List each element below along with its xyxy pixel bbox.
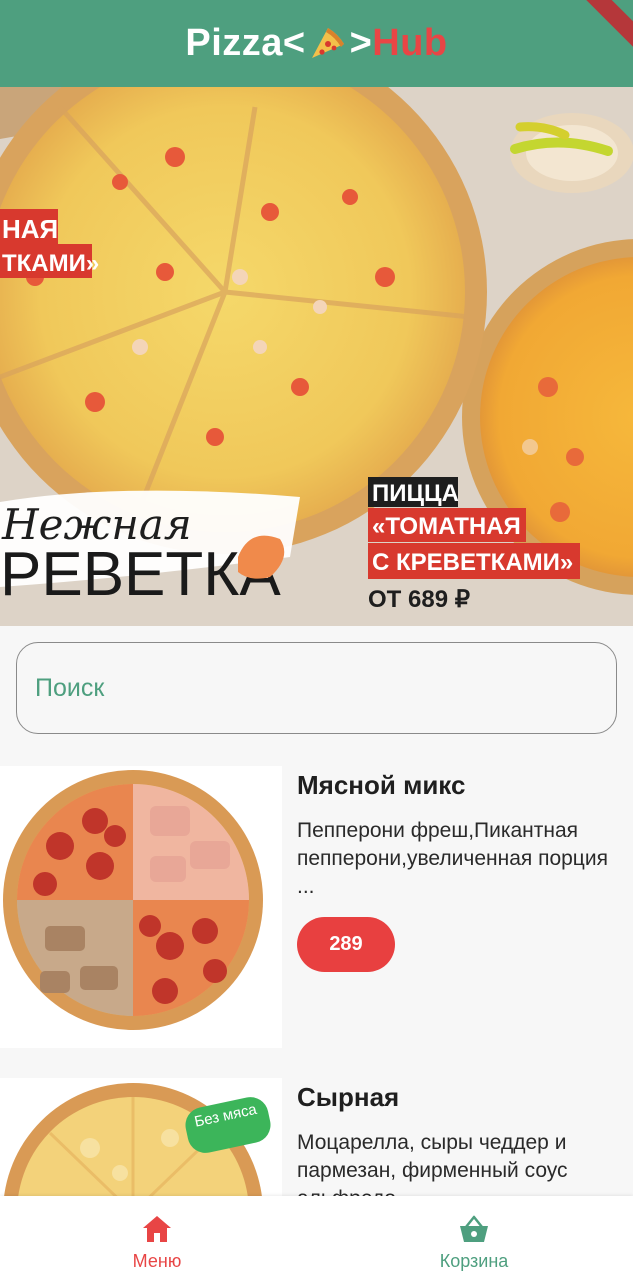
product-name: Сырная [297,1082,400,1112]
left-tag-line2: ТКАМИ» [2,250,99,277]
nav-menu-label: Меню [132,1251,182,1271]
price-button[interactable]: 289 [297,917,395,972]
basket-icon [460,1215,488,1242]
product-description: Пепперони фреш,Пикантная пепперони,увели… [297,819,608,898]
nav-cart-label: Корзина [439,1251,509,1271]
pizza-slice-icon [311,27,344,58]
promo-price: ОТ 689 ₽ [368,586,470,613]
product-name: Мясной микс [297,770,466,800]
app-bar: Pizza< > Hub [0,0,633,87]
app-title-pizza: Pizza< [185,22,306,64]
promo-line2: «ТОМАТНАЯ [372,513,521,540]
nav-item-cart[interactable]: Корзина [374,1196,574,1280]
promo-line1: ПИЦЦА [372,480,459,507]
big-text: РЕВЕТКА [0,540,281,609]
nav-item-menu[interactable]: Меню [57,1196,257,1280]
app-title: Pizza< > Hub [185,22,447,65]
product-card[interactable]: Мясной микс Пепперони фреш,Пикантная пеп… [0,766,633,1048]
meat-mix-pizza-image [0,766,282,1048]
bottom-nav: Меню Корзина [0,1196,633,1280]
left-tag-line1: НАЯ [2,214,58,244]
search-input[interactable]: Поиск [16,642,617,734]
promo-banner-image: НАЯ ТКАМИ» Нежная РЕВЕТКА ПИЦЦА «ТОМАТНА… [0,87,633,626]
app-title-bracket: > [349,22,373,64]
promo-banner[interactable]: НАЯ ТКАМИ» Нежная РЕВЕТКА ПИЦЦА «ТОМАТНА… [0,87,633,626]
product-card[interactable]: Без мяса Сырная Моцарелла, сыры чеддер и… [0,1078,633,1196]
home-icon [143,1216,171,1242]
product-description: Моцарелла, сыры чеддер и пармезан, фирме… [297,1131,568,1196]
app-title-hub: Hub [372,22,448,64]
debug-ribbon [566,0,633,59]
promo-line3: С КРЕВЕТКАМИ» [372,549,573,576]
search-placeholder: Поиск [35,673,105,702]
cheese-pizza-image: Без мяса [0,1078,282,1196]
